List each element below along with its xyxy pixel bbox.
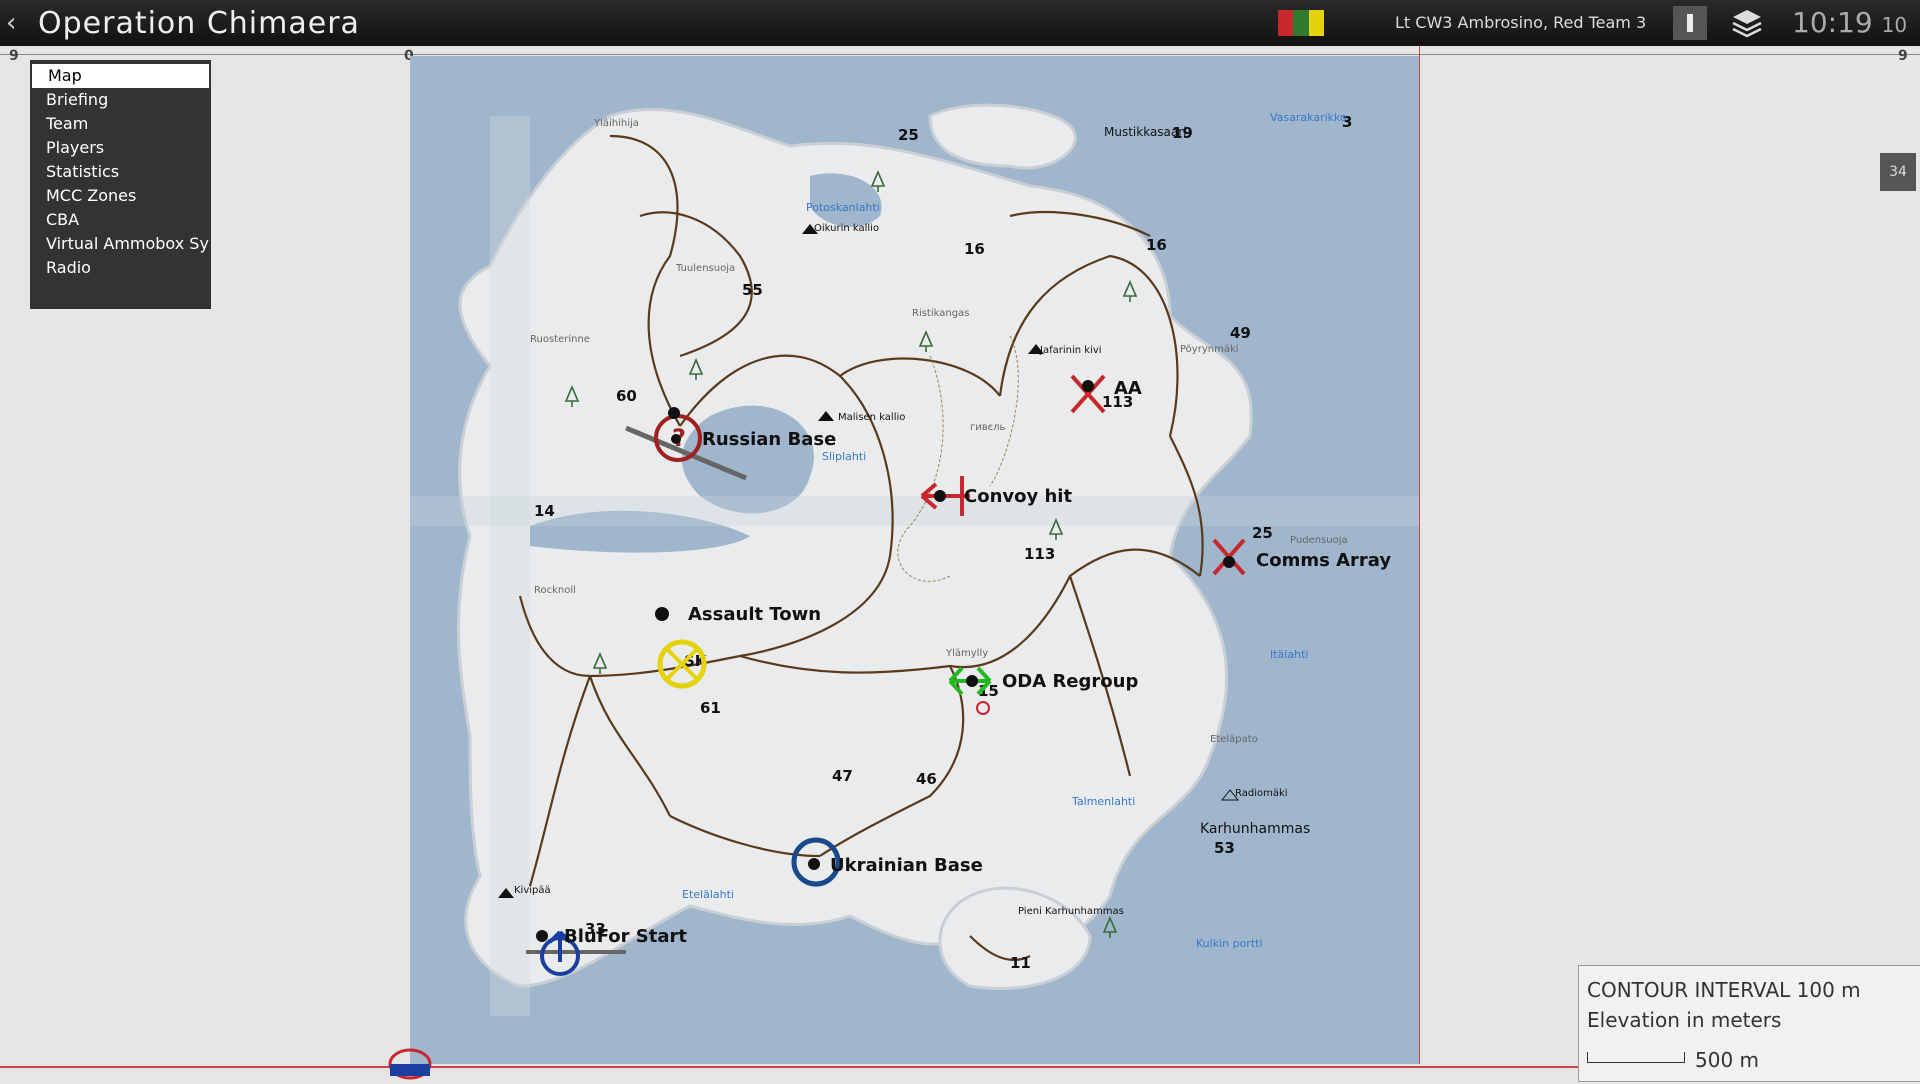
layers-icon <box>1732 10 1762 38</box>
place-label: гивєль <box>970 422 1006 433</box>
pause-button[interactable] <box>1673 6 1707 40</box>
grid-label-right: 9 <box>1898 48 1908 64</box>
tree-icon <box>1102 915 1118 938</box>
height-label: 113 <box>1024 545 1055 563</box>
height-label: 25 <box>1252 524 1273 542</box>
height-label: 47 <box>832 767 853 785</box>
place-label: Kivipää <box>514 885 551 896</box>
menu-item-players[interactable]: Players <box>30 136 211 160</box>
map-boundary-line <box>1419 46 1420 1064</box>
scale-bar <box>1587 1052 1685 1063</box>
place-label: Ylämylly <box>945 648 988 659</box>
height-label: 46 <box>916 770 937 788</box>
menu-item-briefing[interactable]: Briefing <box>30 88 211 112</box>
grid-ruler <box>0 54 1920 55</box>
marker-label-oda-regroup: ODA Regroup <box>1002 671 1138 692</box>
side-badge[interactable]: 34 <box>1880 153 1916 191</box>
legend-elevation: Elevation in meters <box>1587 1008 1782 1032</box>
height-label: 53 <box>1214 839 1235 857</box>
place-label: Yläihihija <box>593 118 639 129</box>
height-label: 14 <box>534 502 555 520</box>
height-label: 16 <box>964 240 985 258</box>
marker-label-comms-array: Comms Array <box>1256 550 1391 571</box>
place-label: Pieni Karhunhammas <box>1018 906 1124 917</box>
place-label: Talmenlahti <box>1071 795 1135 808</box>
island-map[interactable]: 25 19 3 16 16 55 49 60 113 14 25 113 61 … <box>410 56 1420 1064</box>
place-label: Vasarakarikko <box>1270 111 1347 124</box>
clock-seconds: 10 <box>1881 13 1908 37</box>
menu-item-virtual-ammobox[interactable]: Virtual Ammobox Sy <box>30 232 211 256</box>
menu-item-mcc-zones[interactable]: MCC Zones <box>30 184 211 208</box>
place-label: Tuulensuoja <box>675 263 735 274</box>
place-label: Ruosterinne <box>530 334 590 345</box>
menu-item-radio[interactable]: Radio <box>30 256 211 280</box>
vehicle-icon[interactable] <box>384 1042 436 1080</box>
marker-label-aa: AA <box>1114 378 1142 399</box>
pause-icon <box>1687 14 1693 32</box>
place-label: Eteläpato <box>1210 734 1258 745</box>
height-label: 60 <box>616 387 637 405</box>
height-label: 11 <box>1010 954 1031 972</box>
place-label: Mustikkasaari <box>1104 125 1187 139</box>
place-label: Itälahti <box>1270 648 1308 661</box>
menu-item-team[interactable]: Team <box>30 112 211 136</box>
height-label: 61 <box>700 699 721 717</box>
grid-label-left: 9 <box>9 48 19 64</box>
menu-item-statistics[interactable]: Statistics <box>30 160 211 184</box>
clock-time: 10:19 <box>1792 6 1873 39</box>
menu-item-cba[interactable]: CBA <box>30 208 211 232</box>
side-badge-label: 34 <box>1889 164 1907 180</box>
marker-label-assault-town: Assault Town <box>688 604 821 625</box>
marker-label-blufor-start: BluFor Start <box>564 926 687 947</box>
place-label: Ristikangas <box>912 308 969 319</box>
map-menu: Map Briefing Team Players Statistics MCC… <box>30 60 211 309</box>
place-label: Jafarinin kivi <box>1039 345 1102 356</box>
place-label: Sliplahti <box>822 450 866 463</box>
marker-label-convoy-hit: Convoy hit <box>964 486 1072 507</box>
comms-array-marker[interactable] <box>1212 538 1246 576</box>
menu-item-map[interactable]: Map <box>32 64 209 88</box>
marker-label-russian-base: Russian Base <box>702 429 836 450</box>
map-legend: CONTOUR INTERVAL 100 m Elevation in mete… <box>1578 965 1920 1082</box>
marker-label-ukrainian-base: Ukrainian Base <box>830 855 983 876</box>
height-label: 55 <box>742 281 763 299</box>
map-layers-button[interactable] <box>1730 6 1764 40</box>
player-name: Lt CW3 Ambrosino, Red Team 3 <box>1395 13 1647 32</box>
legend-contour: CONTOUR INTERVAL 100 m <box>1587 978 1861 1002</box>
map-view[interactable]: 25 19 3 16 16 55 49 60 113 14 25 113 61 … <box>410 56 1420 1064</box>
faction-flag-icon <box>1278 10 1324 36</box>
place-label: Oikurin kallio <box>814 223 879 234</box>
place-label: Radiomäki <box>1235 788 1288 799</box>
height-label: 16 <box>1146 236 1167 254</box>
place-label: Pudensuoja <box>1290 535 1348 546</box>
clock: 10:19 10 <box>1792 6 1907 39</box>
place-label: Rocknoll <box>534 585 576 596</box>
legend-scale-label: 500 m <box>1695 1048 1760 1072</box>
place-label: Etelälahti <box>682 888 734 901</box>
place-label: Pöyrynmäki <box>1180 344 1239 355</box>
place-label: Malisen kallio <box>838 412 905 423</box>
height-label: 49 <box>1230 324 1251 342</box>
place-label: Kulkin portti <box>1196 937 1263 950</box>
mission-title: Operation Chimaera <box>38 6 360 41</box>
place-label: Potoskanlahti <box>806 201 880 214</box>
chevron-left-icon[interactable]: ‹ <box>6 8 16 38</box>
height-label: 25 <box>898 126 919 144</box>
top-bar: ‹ Operation Chimaera Lt CW3 Ambrosino, R… <box>0 0 1920 46</box>
place-label: Karhunhammas <box>1200 821 1310 837</box>
